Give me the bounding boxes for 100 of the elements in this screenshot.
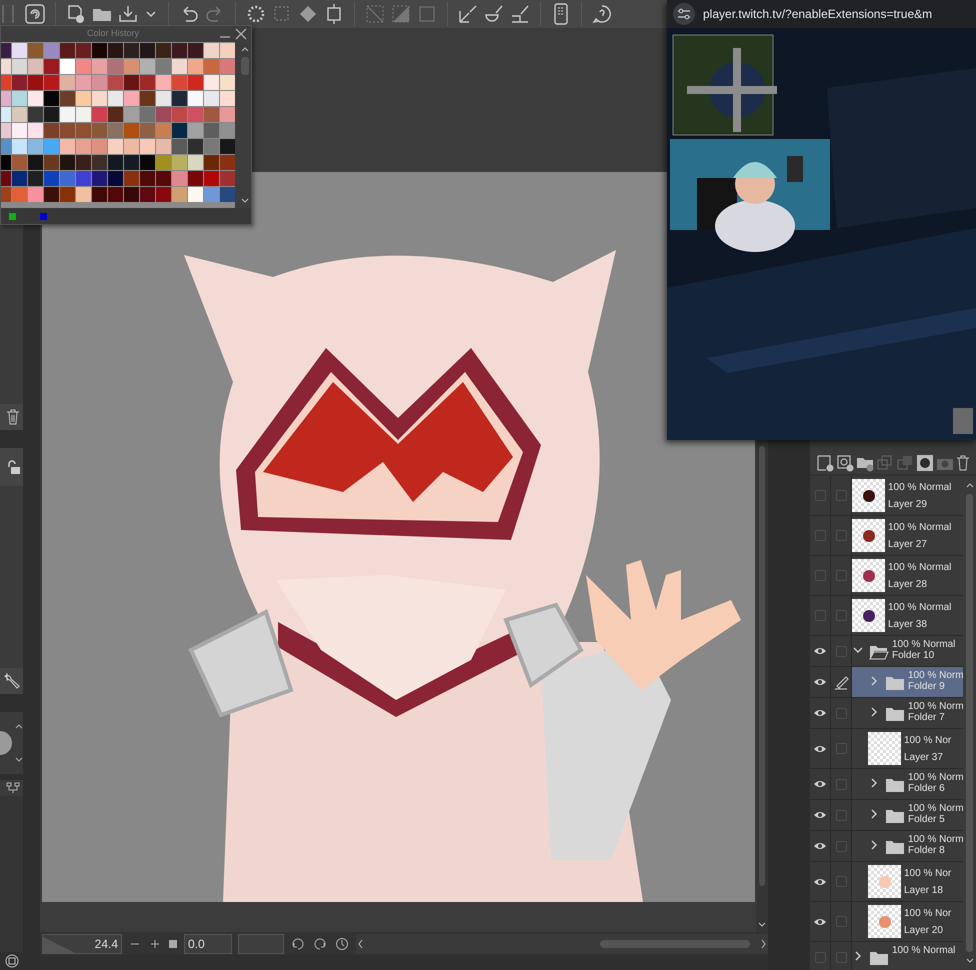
scrollbar-thumb[interactable] [241, 57, 249, 75]
color-swatch[interactable] [76, 43, 91, 58]
eye-icon[interactable] [813, 841, 827, 851]
color-swatch[interactable] [220, 171, 235, 186]
color-swatch[interactable] [140, 91, 155, 106]
color-swatch[interactable] [188, 43, 203, 58]
color-swatch[interactable] [28, 91, 43, 106]
color-swatch[interactable] [140, 187, 155, 202]
line-pen-icon[interactable] [509, 3, 531, 25]
color-swatch[interactable] [44, 43, 59, 58]
color-swatch[interactable] [140, 75, 155, 90]
eye-icon[interactable] [813, 677, 827, 687]
color-swatch[interactable] [172, 123, 187, 138]
color-swatch[interactable] [12, 171, 27, 186]
layer-row[interactable]: 100 % Nor Layer 18 [810, 862, 963, 902]
site-settings-icon[interactable] [673, 3, 695, 25]
color-swatch[interactable] [188, 139, 203, 154]
unlocked-padlock-icon[interactable] [6, 460, 20, 474]
color-swatch[interactable] [28, 187, 43, 202]
color-swatch[interactable] [140, 107, 155, 122]
color-swatch[interactable] [204, 43, 219, 58]
network-icon[interactable] [6, 782, 20, 794]
color-swatch[interactable] [92, 107, 107, 122]
color-swatch[interactable] [44, 123, 59, 138]
color-swatch[interactable] [12, 75, 27, 90]
color-swatch[interactable] [220, 59, 235, 74]
color-swatch[interactable] [204, 107, 219, 122]
color-swatch[interactable] [156, 155, 171, 170]
color-swatch[interactable] [188, 75, 203, 90]
new-vector-layer-icon[interactable] [836, 454, 854, 472]
color-swatch[interactable] [28, 171, 43, 186]
color-swatch[interactable] [156, 91, 171, 106]
folder-row[interactable]: 100 % Norm Folder 9 [810, 667, 963, 698]
color-swatch[interactable] [44, 155, 59, 170]
color-swatch[interactable] [220, 123, 235, 138]
color-swatch[interactable] [188, 59, 203, 74]
color-swatch[interactable] [172, 91, 187, 106]
color-swatch[interactable] [172, 155, 187, 170]
color-swatch[interactable] [76, 75, 91, 90]
ruler-pen-icon[interactable] [457, 3, 479, 25]
color-swatch[interactable] [140, 155, 155, 170]
color-swatch[interactable] [60, 43, 75, 58]
color-swatch[interactable] [124, 75, 139, 90]
color-swatch[interactable] [76, 155, 91, 170]
color-swatch[interactable] [156, 59, 171, 74]
color-swatch[interactable] [12, 107, 27, 122]
scrollbar-thumb[interactable] [759, 446, 765, 886]
new-layer-icon[interactable] [816, 454, 834, 472]
color-swatch[interactable] [124, 187, 139, 202]
color-swatch[interactable] [204, 139, 219, 154]
color-swatch[interactable] [60, 59, 75, 74]
color-swatch[interactable] [124, 123, 139, 138]
color-swatch[interactable] [76, 91, 91, 106]
trash-icon[interactable] [6, 409, 20, 425]
color-swatch[interactable] [140, 139, 155, 154]
color-swatch[interactable] [172, 171, 187, 186]
color-swatch[interactable] [204, 187, 219, 202]
color-swatch[interactable] [220, 91, 235, 106]
color-swatch[interactable] [60, 75, 75, 90]
color-swatch[interactable] [28, 43, 43, 58]
color-swatch[interactable] [76, 187, 91, 202]
color-swatch[interactable] [12, 187, 27, 202]
folder-row[interactable]: 100 % Norm Folder 6 [810, 769, 963, 800]
color-swatch[interactable] [156, 43, 171, 58]
color-swatch[interactable] [60, 91, 75, 106]
color-swatch[interactable] [60, 139, 75, 154]
color-swatch[interactable] [108, 123, 123, 138]
rotation-field[interactable]: 0.0 [184, 934, 232, 954]
color-swatch[interactable] [12, 59, 27, 74]
color-swatch[interactable] [44, 91, 59, 106]
color-swatch[interactable] [28, 75, 43, 90]
color-swatch[interactable] [12, 123, 27, 138]
color-swatch[interactable] [92, 123, 107, 138]
zoom-field[interactable]: 24.4 [42, 934, 122, 954]
color-swatch[interactable] [124, 59, 139, 74]
color-swatch[interactable] [140, 43, 155, 58]
color-swatch[interactable] [76, 123, 91, 138]
layer-row[interactable]: 100 % Normal Layer 29 [810, 476, 963, 516]
color-swatch[interactable] [188, 91, 203, 106]
color-swatch[interactable] [76, 107, 91, 122]
color-swatch[interactable] [108, 75, 123, 90]
color-swatch[interactable] [92, 91, 107, 106]
color-swatch[interactable] [172, 43, 187, 58]
color-swatch[interactable] [172, 107, 187, 122]
color-swatch[interactable] [12, 43, 27, 58]
color-swatch[interactable] [44, 107, 59, 122]
layer-row[interactable]: 100 % Normal Layer 38 [810, 596, 963, 636]
pen-icon[interactable] [833, 674, 849, 690]
half-square-icon[interactable] [390, 3, 412, 25]
square-icon[interactable] [168, 938, 178, 948]
color-swatch[interactable] [92, 171, 107, 186]
color-swatch[interactable] [172, 59, 187, 74]
layer-row[interactable]: 100 % Nor Layer 20 [810, 902, 963, 942]
color-swatch[interactable] [124, 155, 139, 170]
eye-icon[interactable] [813, 646, 827, 656]
color-swatch[interactable] [76, 171, 91, 186]
rotate-left-icon[interactable] [290, 936, 306, 950]
color-swatch[interactable] [60, 171, 75, 186]
color-indicator[interactable] [40, 212, 47, 220]
color-swatch[interactable] [108, 171, 123, 186]
